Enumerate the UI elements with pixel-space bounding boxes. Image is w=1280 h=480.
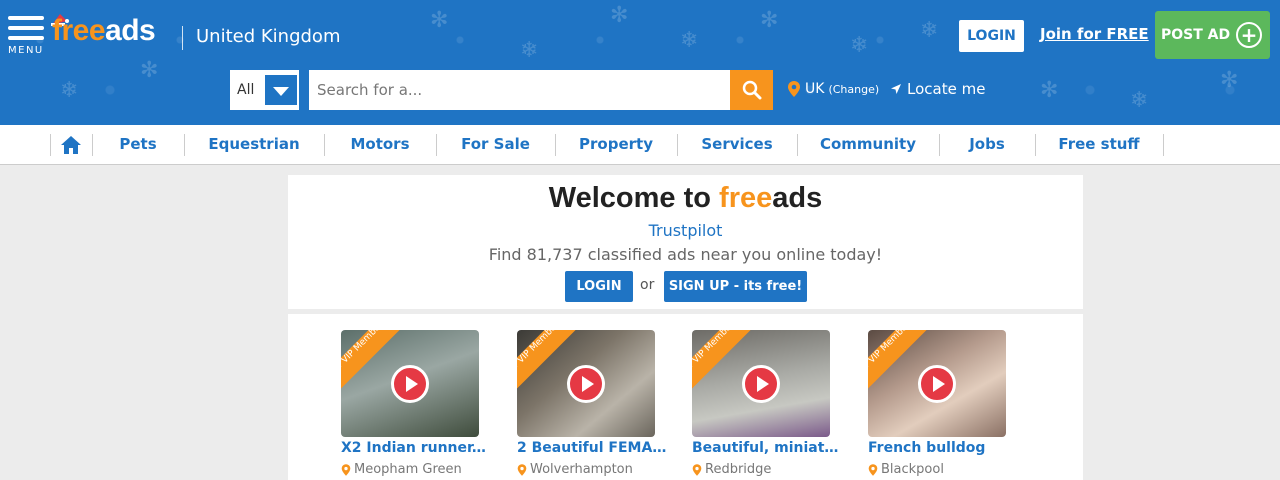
map-pin-icon <box>517 463 527 476</box>
nav-item-free-stuff[interactable]: Free stuff <box>1035 134 1163 156</box>
welcome-panel: Welcome to freeads Trustpilot Find 81,73… <box>288 175 1083 309</box>
welcome-login-button[interactable]: LOGIN <box>565 271 633 302</box>
post-ad-label: POST AD <box>1161 27 1231 43</box>
nav-item-services[interactable]: Services <box>677 134 797 156</box>
join-link[interactable]: Join for FREE <box>1040 25 1149 43</box>
snowflake-icon: ❄ <box>60 78 79 103</box>
listing-title[interactable]: French bulldog <box>868 440 1018 456</box>
nav-item-jobs[interactable]: Jobs <box>939 134 1035 156</box>
snowflake-icon: ✻ <box>430 8 449 33</box>
snowflake-icon: ❄ <box>920 18 939 43</box>
snowflake-icon: ✻ <box>1040 78 1059 103</box>
nav-item-community[interactable]: Community <box>797 134 939 156</box>
navigation-arrow-icon <box>891 84 901 94</box>
listing-thumbnail[interactable]: ★ VIP Member <box>341 330 479 437</box>
search-icon <box>742 80 761 100</box>
listing-title[interactable]: 2 Beautiful FEMALE ... <box>517 440 667 456</box>
plus-circle-icon: + <box>1236 22 1262 48</box>
trustpilot-link[interactable]: Trustpilot <box>288 221 1083 240</box>
listing-card[interactable]: ★ VIP Member French bulldog Blackpool <box>868 330 1006 477</box>
welcome-title: Welcome to freeads <box>548 182 823 214</box>
play-video-icon[interactable] <box>391 365 429 403</box>
nav-item-for-sale[interactable]: For Sale <box>436 134 555 156</box>
menu-button[interactable]: MENU <box>8 14 46 56</box>
locate-me-label: Locate me <box>907 80 986 98</box>
listing-thumbnail[interactable]: ★ VIP Member <box>692 330 830 437</box>
search-button[interactable] <box>730 70 773 110</box>
post-ad-button[interactable]: POST AD + <box>1155 11 1270 59</box>
listing-location: Redbridge <box>692 462 771 477</box>
listing-card[interactable]: ★ VIP Member 2 Beautiful FEMALE ... Wolv… <box>517 330 667 477</box>
header-divider <box>182 26 183 50</box>
play-video-icon[interactable] <box>567 365 605 403</box>
snowflake-icon: ❄ <box>1130 88 1149 113</box>
map-pin-icon <box>692 463 702 476</box>
site-header: ✻ ❄ ✻ ❄ ✻ ❄ ✻ ❄ ✻ ❄ ✻ ❄ MENU freeads Uni… <box>0 0 1280 125</box>
play-video-icon[interactable] <box>918 365 956 403</box>
snowflake-icon: ✻ <box>760 8 779 33</box>
search-input[interactable] <box>309 70 730 110</box>
location-value: UK <box>805 81 825 97</box>
ads-count-text: Find 81,737 classified ads near you onli… <box>488 245 883 264</box>
map-pin-icon <box>341 463 351 476</box>
listing-title[interactable]: Beautiful, miniature ... <box>692 440 842 456</box>
snowflake-icon: ❄ <box>520 38 539 63</box>
hamburger-icon <box>8 16 44 20</box>
listing-thumbnail[interactable]: ★ VIP Member <box>517 330 655 437</box>
listing-card[interactable]: ★ VIP Member Beautiful, miniature ... Re… <box>692 330 842 477</box>
featured-listings: ★ VIP Member X2 Indian runner, fe... Meo… <box>288 314 1083 480</box>
listing-thumbnail[interactable]: ★ VIP Member <box>868 330 1006 437</box>
category-select[interactable]: All <box>230 70 299 110</box>
snowflake-icon: ❄ <box>680 28 699 53</box>
map-pin-icon <box>788 81 800 97</box>
or-text: or <box>640 277 655 293</box>
snowflake-icon: ✻ <box>140 58 159 83</box>
nav-item-property[interactable]: Property <box>555 134 677 156</box>
listing-title[interactable]: X2 Indian runner, fe... <box>341 440 491 456</box>
locate-me-button[interactable]: Locate me <box>890 80 985 98</box>
signup-button[interactable]: SIGN UP - its free! <box>664 271 807 302</box>
country-label: United Kingdom <box>196 26 341 47</box>
snowflake-icon: ✻ <box>1220 68 1239 93</box>
listing-card[interactable]: ★ VIP Member X2 Indian runner, fe... Meo… <box>341 330 491 477</box>
nav-item-equestrian[interactable]: Equestrian <box>184 134 324 156</box>
play-video-icon[interactable] <box>742 365 780 403</box>
listing-location: Meopham Green <box>341 462 462 477</box>
category-nav: Pets Equestrian Motors For Sale Property… <box>0 125 1280 165</box>
location-selector[interactable]: UK (Change) <box>787 80 879 98</box>
snowflake-icon: ❄ <box>850 33 869 58</box>
nav-item-motors[interactable]: Motors <box>324 134 436 156</box>
map-pin-icon <box>868 463 878 476</box>
freeads-logo[interactable]: freeads <box>52 14 156 52</box>
listing-location: Blackpool <box>868 462 944 477</box>
snowflake-icon: ✻ <box>610 3 629 28</box>
home-icon[interactable] <box>60 134 82 156</box>
nav-item-pets[interactable]: Pets <box>92 134 184 156</box>
chevron-down-icon <box>265 75 297 105</box>
location-change-link[interactable]: (Change) <box>828 83 879 96</box>
listing-location: Wolverhampton <box>517 462 633 477</box>
menu-label: MENU <box>8 45 44 56</box>
category-value: All <box>237 82 255 98</box>
login-button[interactable]: LOGIN <box>959 20 1024 52</box>
